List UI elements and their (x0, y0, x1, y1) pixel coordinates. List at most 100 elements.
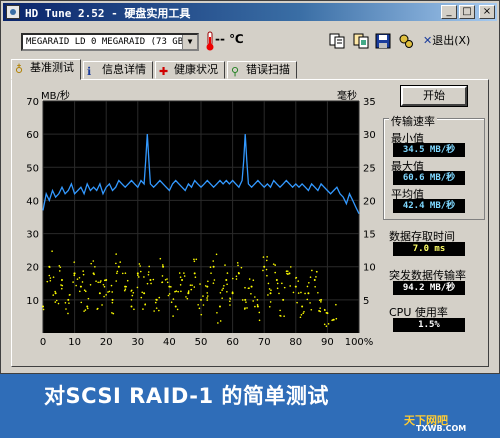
x-tick-label: 80 (289, 337, 302, 348)
watermark-logo: 天下网吧 TXWB.COM (402, 412, 498, 436)
access-time-point (289, 285, 291, 287)
access-time-point (263, 265, 266, 268)
access-time-point (172, 315, 174, 317)
access-time-point (297, 292, 300, 294)
access-time-point (268, 288, 271, 290)
maximize-button[interactable]: □ (459, 5, 475, 19)
access-time-point (300, 313, 303, 316)
exit-button[interactable]: ✕退出(X) (423, 32, 470, 48)
options-icon[interactable] (398, 33, 414, 49)
cpu-usage-value: 1.5% (393, 318, 465, 332)
access-time-point (226, 272, 229, 274)
access-time-point (200, 298, 202, 301)
access-time-point (213, 279, 216, 281)
copy-text-icon[interactable] (329, 33, 345, 49)
access-time-point (68, 294, 71, 296)
access-time-point (68, 302, 70, 304)
access-time-point (206, 292, 209, 294)
access-time-point (236, 262, 239, 264)
access-time-point (297, 280, 300, 282)
access-time-point (99, 281, 101, 284)
access-time-point (212, 282, 215, 284)
chevron-down-icon[interactable]: ▼ (182, 35, 197, 49)
access-time-point (319, 307, 321, 309)
access-time-point (250, 292, 252, 295)
access-time-point (245, 301, 247, 303)
access-time-point (218, 305, 221, 308)
access-time-point (60, 278, 63, 281)
save-icon[interactable] (375, 33, 391, 49)
close-button[interactable]: × (479, 5, 495, 19)
access-time-point (254, 305, 256, 308)
drive-select-value: MEGARAID LD 0 MEGARAID (73 GB) (26, 37, 189, 47)
access-time-point (137, 276, 140, 278)
access-time-point (295, 276, 298, 279)
access-time-point (320, 301, 322, 303)
access-time-point (130, 289, 133, 292)
access-time-point (82, 273, 85, 276)
start-button[interactable]: 开始 (401, 86, 467, 106)
tab-error-scan[interactable]: ⚲ 错误扫描 (227, 61, 297, 79)
tab-benchmark[interactable]: ♁ 基准测试 (11, 59, 81, 80)
access-time-point (195, 258, 198, 261)
access-time-point (73, 274, 76, 277)
access-time-point (237, 271, 240, 274)
exit-label: 退出(X) (432, 34, 471, 47)
access-time-point (189, 284, 192, 286)
access-time-point (58, 265, 61, 267)
access-time-point (117, 265, 120, 268)
access-time-point (139, 265, 142, 267)
access-time-point (209, 266, 212, 268)
access-time-point (335, 317, 338, 320)
access-time-point (279, 309, 281, 312)
tab-info[interactable]: ℹ 信息详情 (83, 61, 153, 79)
tab-label: 错误扫描 (246, 63, 290, 76)
access-time-point (193, 258, 195, 261)
access-time-point (268, 306, 271, 308)
access-time-point (206, 299, 209, 301)
copy-image-icon[interactable] (353, 33, 369, 49)
access-time-point (72, 281, 74, 283)
access-time-point (94, 265, 96, 268)
caption-text: 对SCSI RAID-1 的简单测试 (44, 384, 329, 408)
app-icon (6, 5, 20, 19)
access-time-point (206, 295, 209, 297)
access-time-point (130, 305, 133, 308)
access-time-point (248, 278, 251, 280)
tab-health[interactable]: ✚ 健康状况 (155, 61, 225, 79)
access-time-point (158, 309, 160, 312)
access-time-point (283, 315, 285, 317)
access-time-point (164, 279, 167, 281)
access-time-point (229, 298, 232, 300)
benchmark-icon: ♁ (15, 63, 24, 76)
access-time-point (67, 312, 69, 315)
minimize-button[interactable]: _ (441, 5, 457, 19)
access-time-point (158, 296, 161, 299)
y-right-axis-label: 毫秒 (337, 89, 357, 102)
access-time-point (136, 272, 139, 275)
access-time-point (235, 275, 238, 278)
access-time-point (226, 283, 228, 286)
access-time-point (279, 314, 281, 317)
title-bar[interactable]: HD Tune 2.52 - 硬盘实用工具 _ □ × (3, 3, 497, 21)
access-time-point (46, 280, 49, 283)
window-title: HD Tune 2.52 - 硬盘实用工具 (25, 7, 191, 20)
access-time-point (256, 305, 259, 308)
access-time-point (115, 253, 117, 255)
access-time-point (133, 308, 135, 311)
access-time-point (215, 253, 218, 256)
y-left-tick-label: 50 (26, 163, 39, 174)
access-time-point (240, 266, 243, 269)
access-time-point (221, 297, 223, 299)
access-time-point (193, 260, 196, 263)
access-time-point (75, 284, 77, 287)
access-time-point (54, 301, 57, 303)
y-right-tick-label: 15 (363, 230, 376, 241)
access-time-point (111, 312, 113, 314)
access-time-point (216, 311, 218, 314)
drive-select[interactable]: MEGARAID LD 0 MEGARAID (73 GB) ▼ (21, 33, 199, 51)
access-time-point (252, 279, 255, 282)
access-time-point (219, 291, 222, 294)
access-time-value: 7.0 ms (393, 242, 465, 256)
access-time-point (93, 273, 95, 276)
